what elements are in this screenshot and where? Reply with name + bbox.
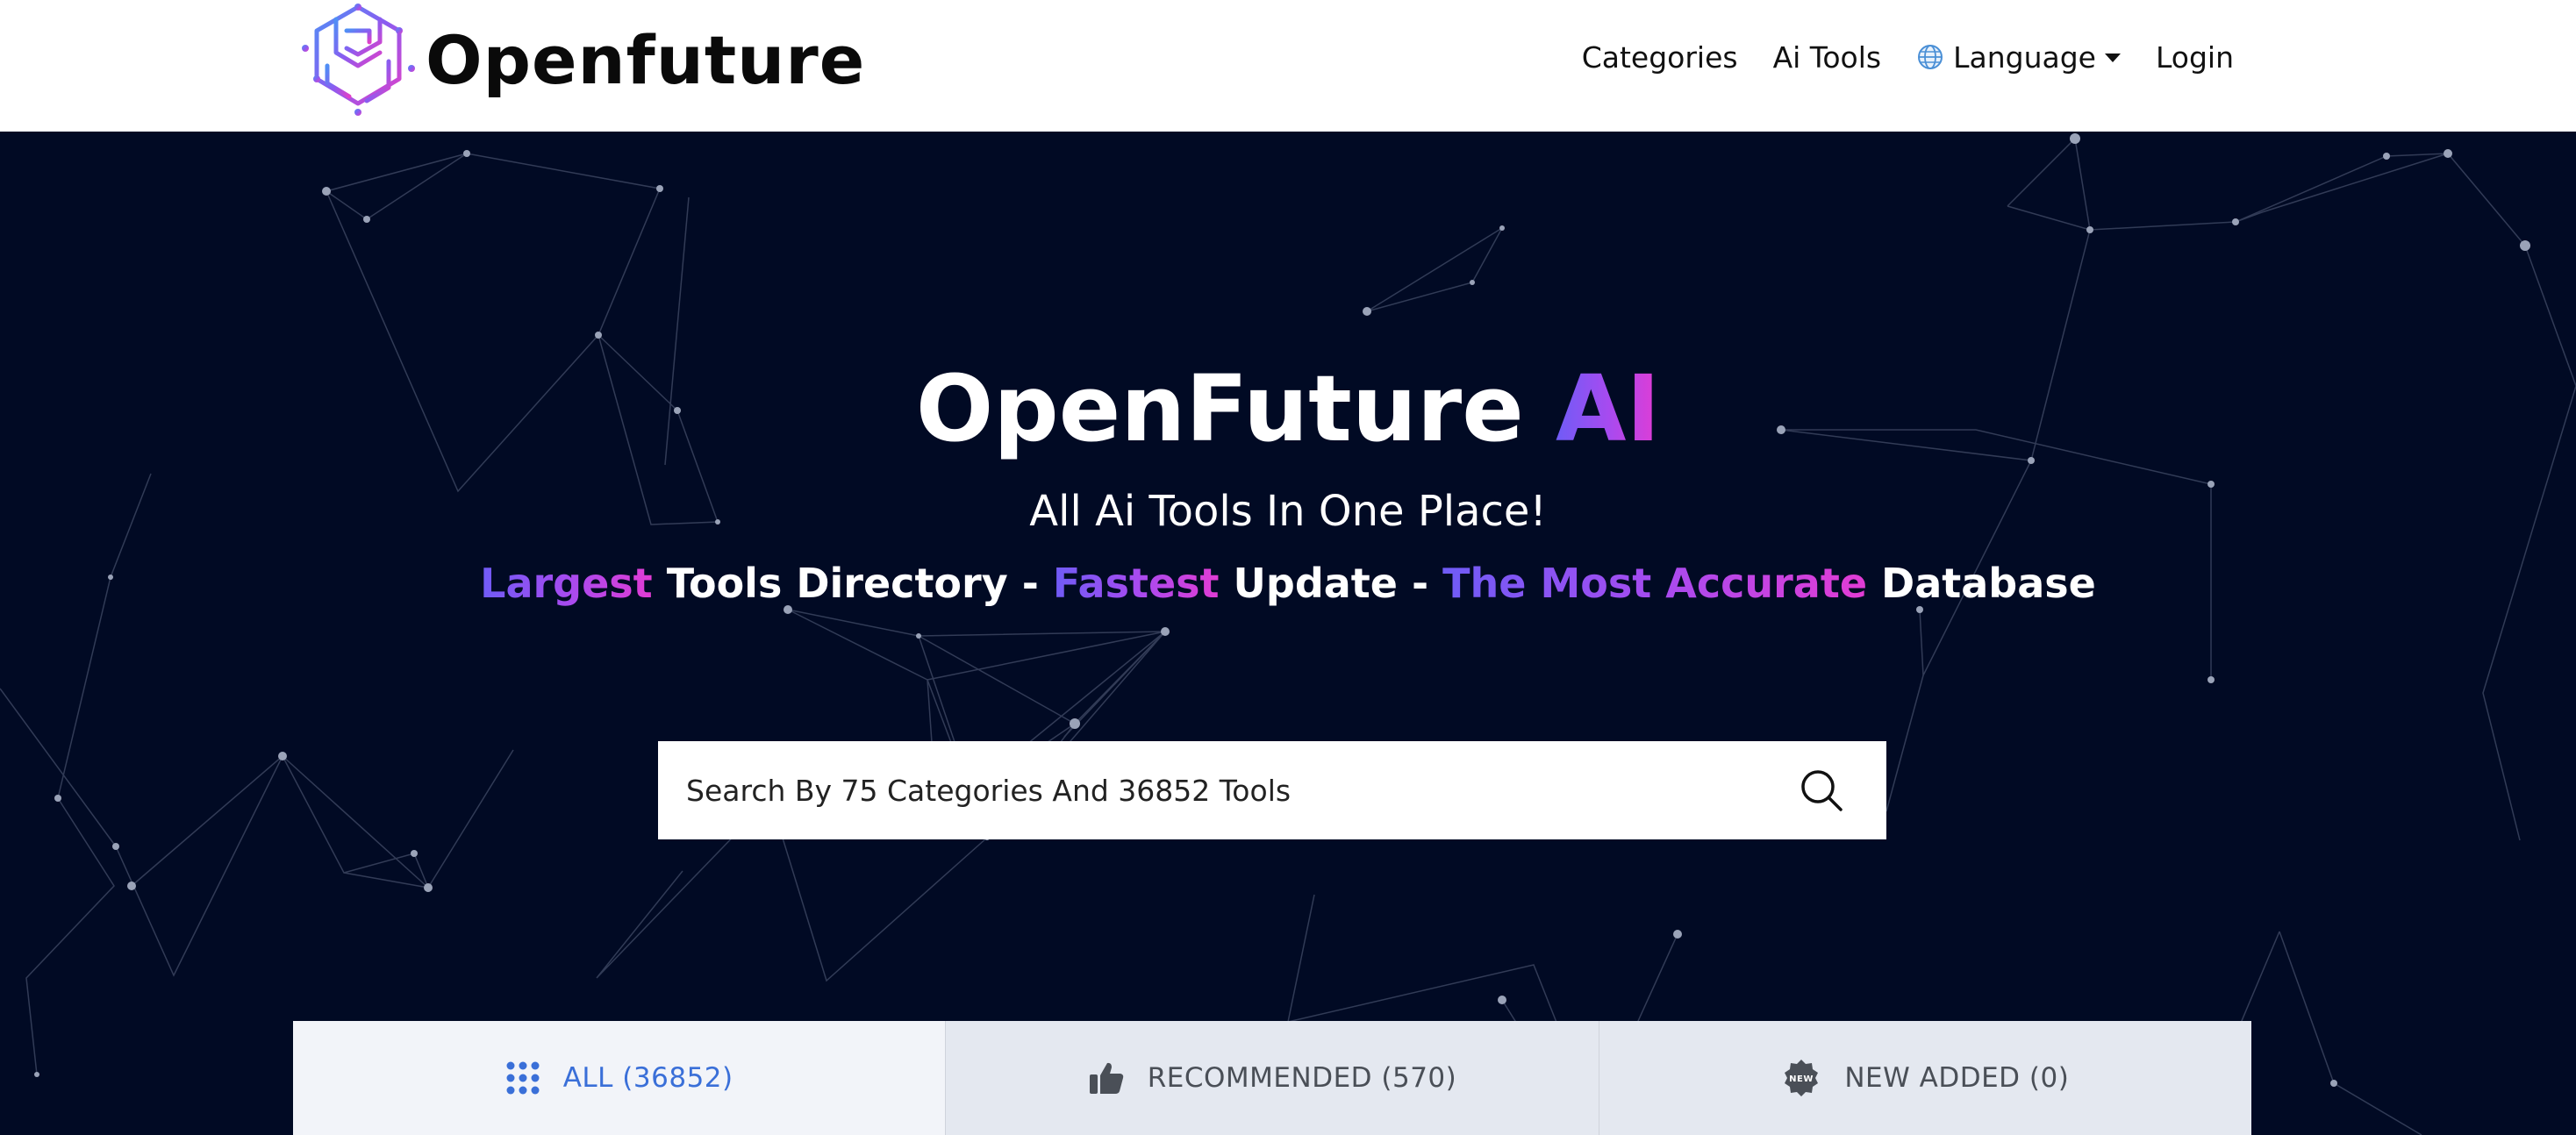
network-background [0, 133, 2576, 1135]
tab-new-added[interactable]: NEW NEW ADDED (0) [1599, 1021, 2251, 1135]
new-badge-icon: NEW [1785, 1060, 1819, 1096]
hero-title-accent: AI [1555, 355, 1661, 462]
tab-all[interactable]: ALL (36852) [293, 1021, 947, 1135]
site-header: Openfuture Categories Ai Tools Language … [0, 0, 2576, 132]
svg-text:NEW: NEW [1789, 1074, 1814, 1084]
tagline-accent-most-accurate: The Most Accurate [1442, 560, 1868, 607]
tab-all-label: ALL (36852) [562, 1062, 733, 1094]
hero-tagline: Largest Tools Directory - Fastest Update… [0, 560, 2576, 607]
grid-icon [506, 1061, 540, 1095]
search-bar [658, 741, 1886, 839]
tagline-accent-largest: Largest [480, 560, 653, 607]
search-input[interactable] [658, 741, 1797, 839]
hero-title-main: OpenFuture [915, 355, 1556, 462]
tagline-text-3: Database [1867, 560, 2096, 607]
logo-mark-icon [302, 4, 415, 116]
nav-categories-link[interactable]: Categories [1582, 40, 1738, 75]
globe-icon [1918, 45, 1943, 69]
tagline-text-1: Tools Directory - [652, 560, 1053, 607]
hero-subtitle: All Ai Tools In One Place! [1029, 487, 1547, 536]
tab-recommended[interactable]: RECOMMENDED (570) [946, 1021, 1599, 1135]
login-link[interactable]: Login [2156, 40, 2234, 75]
nav-ai-tools-link[interactable]: Ai Tools [1773, 40, 1882, 75]
thumbs-up-icon [1089, 1062, 1123, 1094]
logo[interactable]: Openfuture [301, 0, 865, 119]
tab-recommended-label: RECOMMENDED (570) [1147, 1062, 1457, 1094]
hero-section: OpenFuture AI All Ai Tools In One Place!… [0, 132, 2576, 1135]
search-icon[interactable] [1797, 766, 1846, 815]
tagline-accent-fastest: Fastest [1052, 560, 1220, 607]
main-nav: Categories Ai Tools Language Login [1582, 0, 2234, 114]
tab-new-added-label: NEW ADDED (0) [1844, 1062, 2070, 1094]
language-dropdown[interactable]: Language [1916, 40, 2121, 75]
hero-title: OpenFuture AI [0, 355, 2576, 462]
tool-filter-tabs: ALL (36852) RECOMMENDED (570) NEW NEW AD… [293, 1021, 2251, 1135]
logo-text: Openfuture [426, 20, 866, 99]
language-label: Language [1953, 39, 2096, 75]
tagline-text-2: Update - [1219, 560, 1443, 607]
chevron-down-icon [2104, 54, 2121, 62]
